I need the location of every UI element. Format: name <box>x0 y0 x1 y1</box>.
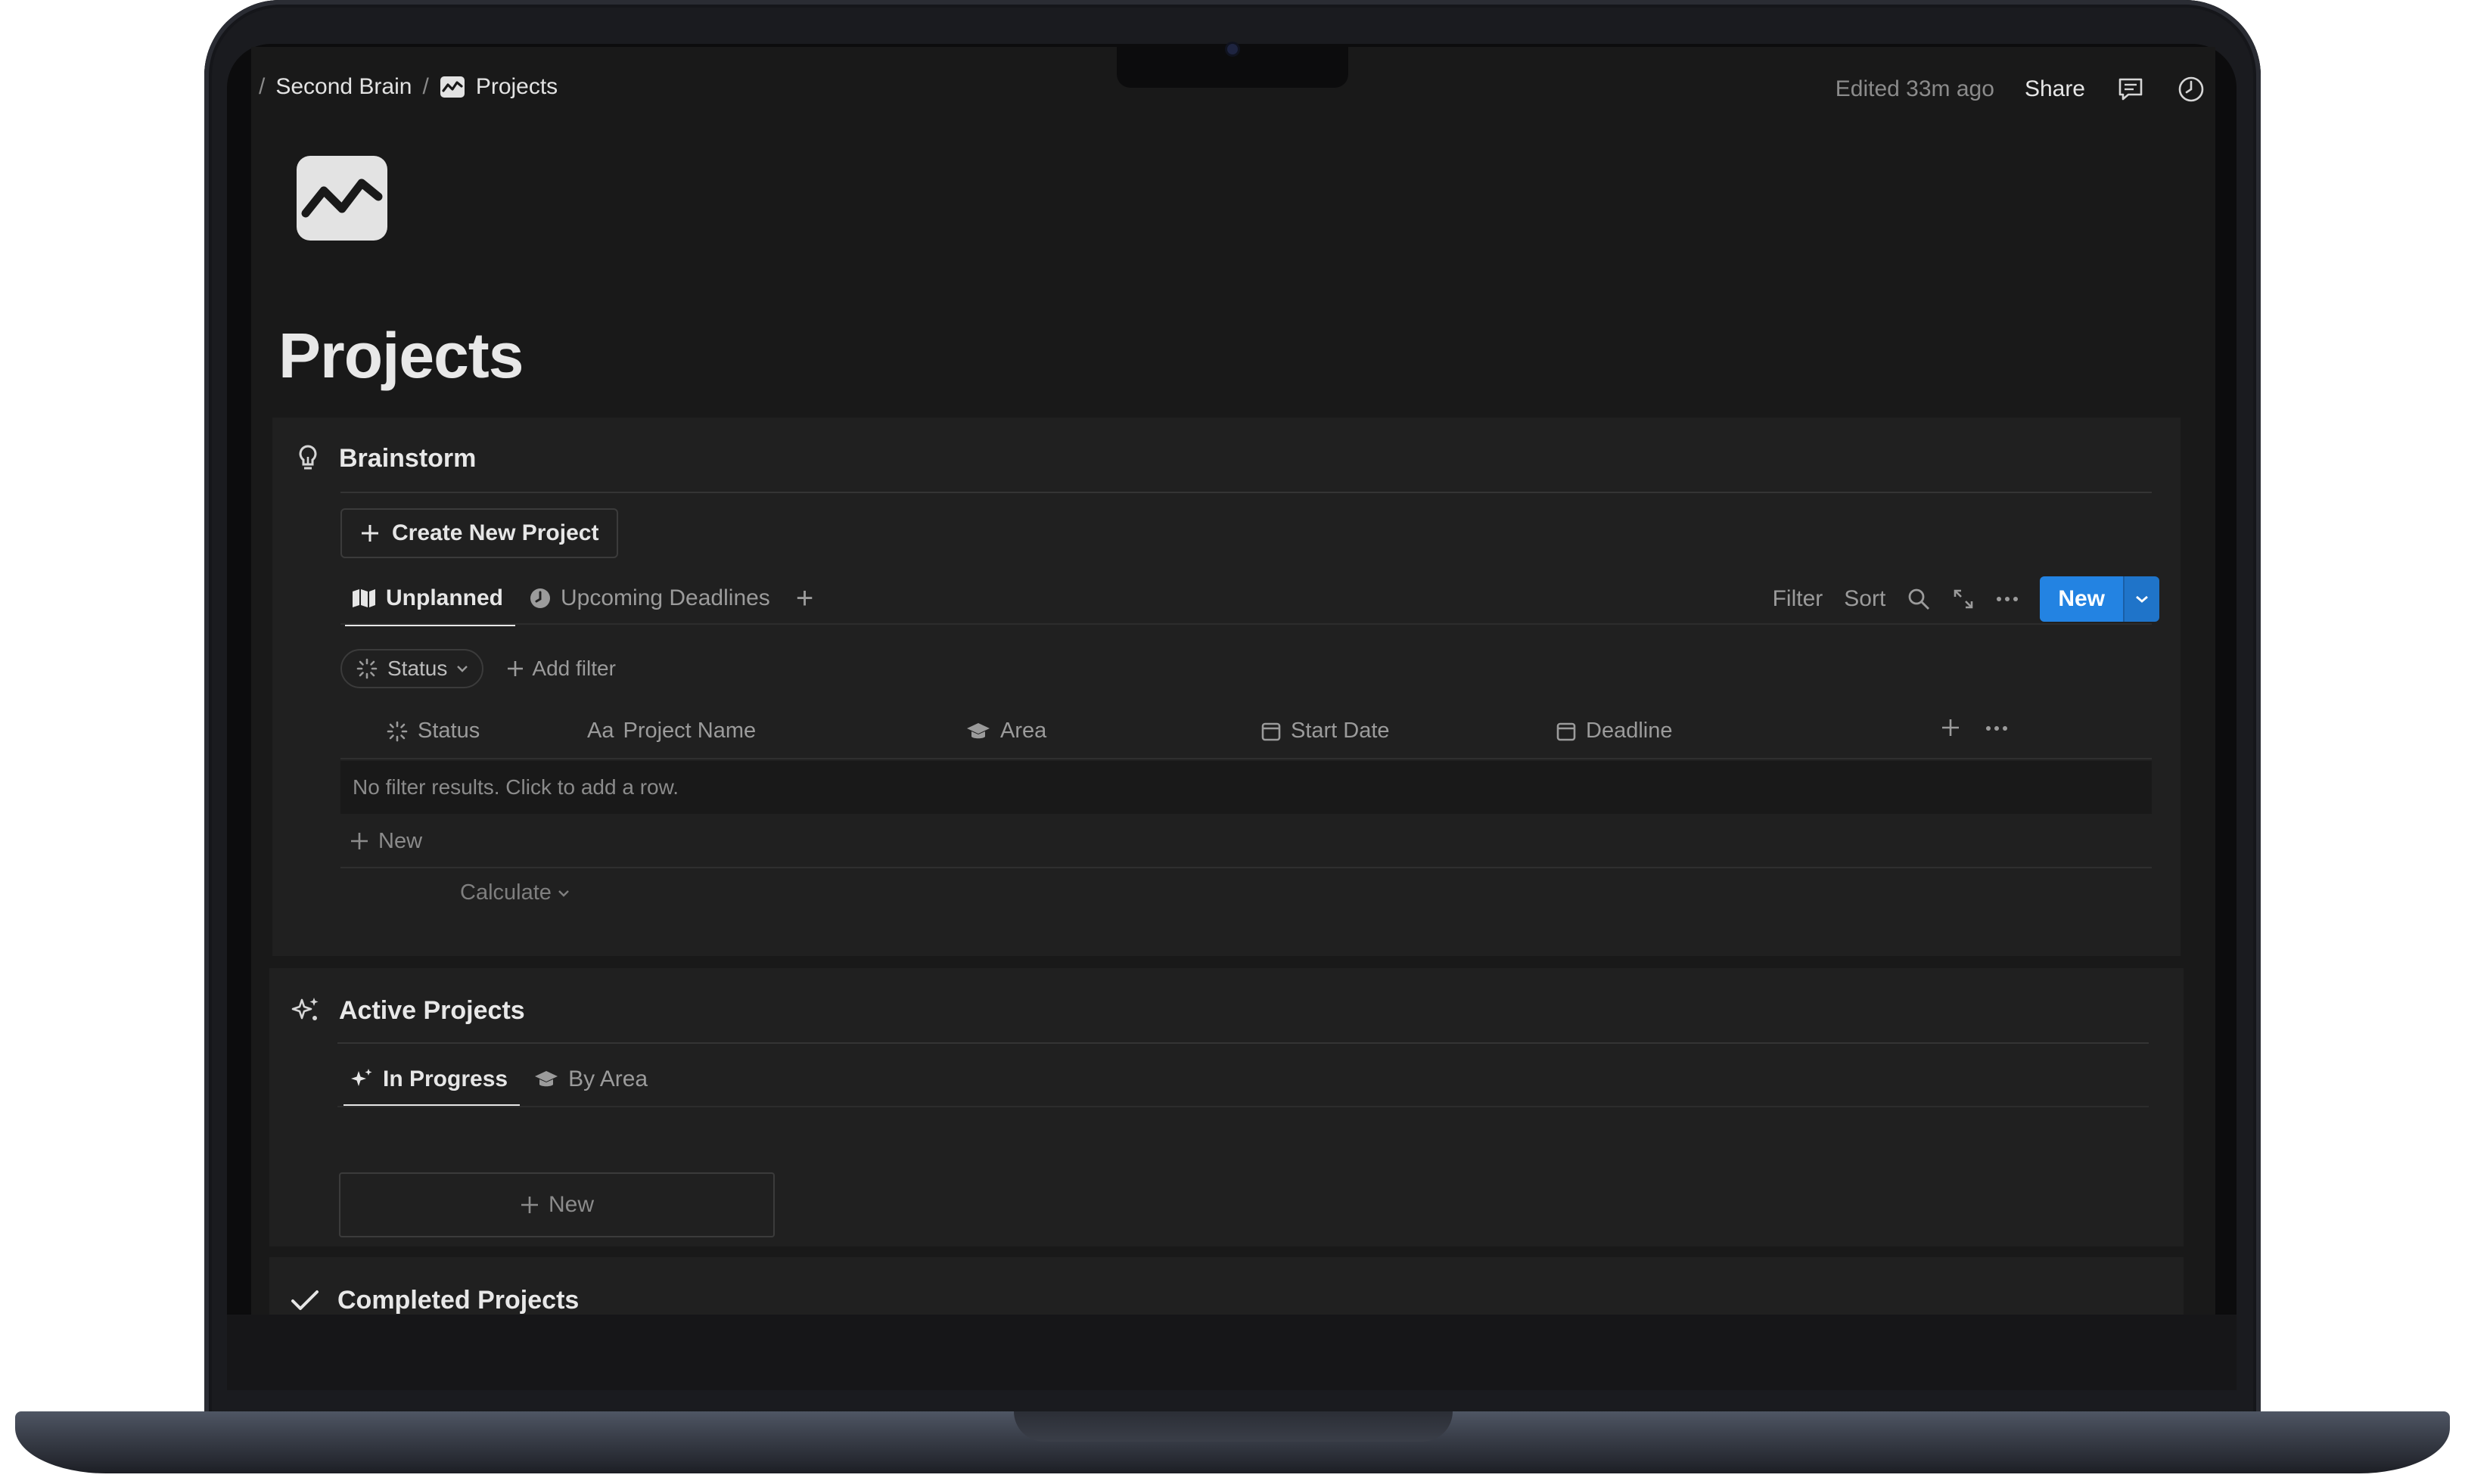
plus-icon <box>520 1195 539 1215</box>
status-icon <box>386 720 409 743</box>
column-label: Start Date <box>1291 719 1390 743</box>
plus-icon <box>506 660 524 678</box>
clock-icon <box>529 587 552 610</box>
screen-chin <box>227 1315 2237 1390</box>
chevron-down-icon <box>558 889 570 897</box>
new-row-button[interactable]: New <box>340 815 2152 868</box>
map-icon <box>351 588 377 609</box>
column-options-icon[interactable] <box>1985 725 2008 732</box>
top-actions: Edited 33m ago Share <box>1836 74 2206 104</box>
divider <box>337 1042 2149 1044</box>
screen: / Second Brain / Projects Edited 33m ago… <box>251 47 2215 1315</box>
page-chart-icon[interactable] <box>294 153 390 244</box>
completed-projects-section: Completed Projects <box>269 1257 2184 1315</box>
more-options-icon[interactable] <box>1996 595 2019 603</box>
breadcrumb-current[interactable]: Projects <box>476 74 558 100</box>
brainstorm-title[interactable]: Brainstorm <box>339 444 476 473</box>
status-filter-label: Status <box>387 657 448 680</box>
column-project-name[interactable]: Aa Project Name <box>587 719 756 744</box>
brainstorm-view-tabs: Unplanned Upcoming Deadlines + <box>345 572 813 626</box>
laptop-opening-notch <box>1014 1411 1453 1442</box>
calendar-icon <box>1260 721 1282 742</box>
calculate-label: Calculate <box>460 880 552 905</box>
tab-label: Upcoming Deadlines <box>561 585 770 610</box>
new-row-label: New <box>378 828 423 853</box>
tab-label: In Progress <box>383 1066 508 1091</box>
status-filter-pill[interactable]: Status <box>340 649 484 688</box>
brainstorm-header: Brainstorm <box>295 443 476 473</box>
column-label: Deadline <box>1586 719 1673 743</box>
tab-upcoming-deadlines[interactable]: Upcoming Deadlines <box>529 572 770 625</box>
table-header: Status Aa Project Name Area Start Date D… <box>340 705 2152 759</box>
column-area[interactable]: Area <box>965 719 1046 744</box>
chevron-down-icon <box>456 665 468 672</box>
breadcrumb-separator: / <box>422 74 429 99</box>
active-view-tabs: In Progress By Area <box>343 1053 648 1107</box>
comment-icon[interactable] <box>2115 74 2146 104</box>
filter-row: Status Add filter <box>340 649 616 688</box>
page-title[interactable]: Projects <box>278 319 524 393</box>
column-label: Status <box>418 719 480 743</box>
filter-button[interactable]: Filter <box>1773 586 1823 612</box>
new-record-button[interactable]: New <box>2040 576 2159 622</box>
chart-icon <box>440 76 465 98</box>
column-label: Project Name <box>623 719 757 743</box>
new-card-button[interactable]: New <box>339 1172 775 1237</box>
breadcrumb-parent[interactable]: Second Brain <box>275 74 412 100</box>
breadcrumb-separator: / <box>259 74 266 99</box>
brainstorm-section: Brainstorm Create New Project Unplanned … <box>272 418 2181 956</box>
add-column-icon[interactable] <box>1940 717 1961 738</box>
camera-icon <box>1227 44 1238 54</box>
tab-label: Unplanned <box>386 585 503 610</box>
history-clock-icon[interactable] <box>2176 74 2206 104</box>
add-filter-label: Add filter <box>532 657 616 680</box>
sparkles-icon <box>350 1067 374 1091</box>
status-loading-icon <box>356 657 378 680</box>
calculate-button[interactable]: Calculate <box>460 880 570 905</box>
search-icon[interactable] <box>1907 587 1931 611</box>
empty-results-row[interactable]: No filter results. Click to add a row. <box>340 761 2152 814</box>
column-start-date[interactable]: Start Date <box>1260 719 1390 744</box>
active-projects-section: Active Projects In Progress By Area New <box>269 968 2184 1246</box>
new-card-label: New <box>548 1192 594 1217</box>
create-new-project-label: Create New Project <box>392 520 599 545</box>
chevron-down-icon[interactable] <box>2123 576 2159 622</box>
divider <box>340 492 2152 493</box>
sort-button[interactable]: Sort <box>1844 586 1885 612</box>
plus-icon <box>360 523 380 543</box>
checkmark-icon <box>291 1290 319 1312</box>
expand-icon[interactable] <box>1952 588 1975 610</box>
sparkles-icon <box>291 995 321 1026</box>
calendar-icon <box>1556 721 1577 742</box>
lightbulb-icon <box>295 443 321 473</box>
database-toolbar: Filter Sort New <box>1773 576 2159 622</box>
column-label: Area <box>1000 719 1047 743</box>
column-status[interactable]: Status <box>386 719 480 744</box>
completed-projects-header: Completed Projects <box>291 1286 579 1315</box>
tabs-divider <box>337 1106 2149 1107</box>
graduation-cap-icon <box>965 721 991 742</box>
tabs-divider <box>340 623 2152 625</box>
add-view-icon[interactable]: + <box>796 582 813 616</box>
tab-by-area[interactable]: By Area <box>533 1053 648 1106</box>
active-projects-header: Active Projects <box>291 995 525 1026</box>
completed-projects-title[interactable]: Completed Projects <box>337 1286 579 1315</box>
share-button[interactable]: Share <box>2025 76 2085 102</box>
active-projects-title[interactable]: Active Projects <box>339 996 525 1026</box>
text-property-icon: Aa <box>587 719 614 743</box>
create-new-project-button[interactable]: Create New Project <box>340 508 619 558</box>
graduation-cap-icon <box>533 1069 559 1090</box>
breadcrumb: / Second Brain / Projects <box>259 74 558 100</box>
tab-in-progress[interactable]: In Progress <box>343 1053 521 1107</box>
new-button-label[interactable]: New <box>2040 576 2123 622</box>
tab-unplanned[interactable]: Unplanned <box>345 572 515 626</box>
tab-label: By Area <box>568 1066 648 1091</box>
plus-icon <box>350 831 369 851</box>
column-deadline[interactable]: Deadline <box>1556 719 1672 744</box>
add-filter-button[interactable]: Add filter <box>506 657 616 681</box>
edited-timestamp: Edited 33m ago <box>1835 76 1994 101</box>
